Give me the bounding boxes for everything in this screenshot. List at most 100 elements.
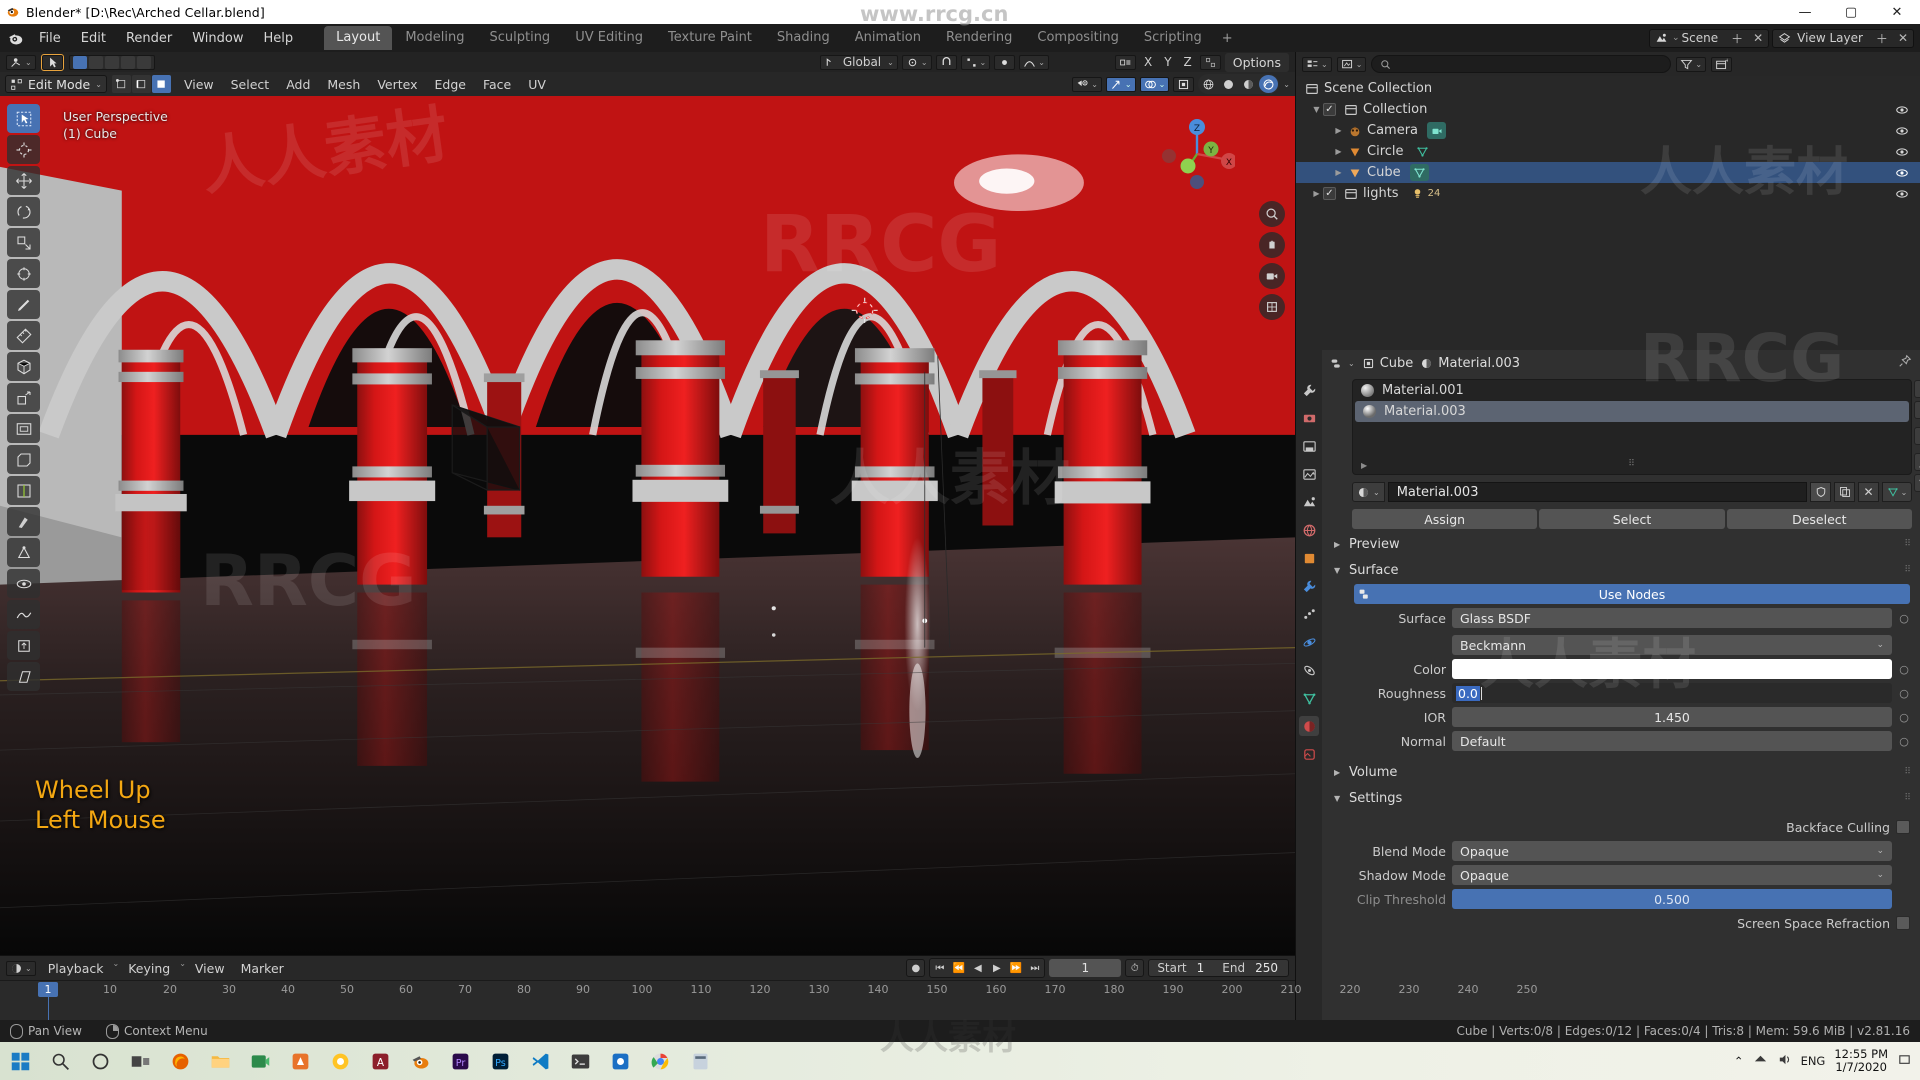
viewport-menu-uv[interactable]: UV xyxy=(520,75,554,94)
tab-sculpting[interactable]: Sculpting xyxy=(477,26,562,50)
edge-select-mode-icon[interactable] xyxy=(131,75,151,93)
collection-checkbox[interactable]: ✓ xyxy=(1323,103,1336,116)
tab-output-properties[interactable] xyxy=(1299,436,1319,456)
tab-shading[interactable]: Shading xyxy=(765,26,842,50)
start-frame-value[interactable]: 1 xyxy=(1195,961,1215,975)
disclosure-triangle-icon[interactable]: ▶ xyxy=(1332,168,1345,177)
tab-constraint-properties[interactable] xyxy=(1299,660,1319,680)
select-set-icon[interactable] xyxy=(72,55,87,69)
options-button[interactable]: Options xyxy=(1224,52,1289,72)
vscode-icon[interactable] xyxy=(520,1042,560,1080)
surface-shader-select[interactable]: Glass BSDF xyxy=(1452,608,1892,628)
xray-toggle-box[interactable] xyxy=(1173,76,1195,92)
viewport-menu-view[interactable]: View xyxy=(176,75,222,94)
app-icon-blue[interactable] xyxy=(600,1042,640,1080)
outliner-new-collection-icon[interactable]: + xyxy=(1711,56,1733,72)
timeline-menu-playback[interactable]: Playback xyxy=(41,959,111,978)
scene-selector[interactable]: ⌄ Scene ＋ ✕ xyxy=(1648,28,1770,48)
falloff-box[interactable]: ⌄ xyxy=(1019,54,1049,70)
rendered-shading-icon[interactable] xyxy=(1259,75,1279,93)
disclosure-triangle-icon[interactable]: ▼ xyxy=(1310,105,1323,114)
distribution-select[interactable]: Beckmann ⌄ xyxy=(1452,635,1892,655)
timeline-menu-keying[interactable]: Keying xyxy=(121,959,177,978)
surface-socket-icon[interactable]: ○ xyxy=(1898,612,1910,625)
tab-object-data-properties[interactable] xyxy=(1299,688,1319,708)
panel-header-volume[interactable]: ▶ Volume ⠿ xyxy=(1322,761,1920,783)
tool-add-cube[interactable] xyxy=(7,352,40,381)
breadcrumb-editor-type-icon[interactable]: ⌄ xyxy=(1330,357,1355,370)
task-view-icon[interactable] xyxy=(120,1042,160,1080)
record-keyframe-icon[interactable]: ● xyxy=(906,959,926,977)
navigation-gizmo[interactable]: Z X Y xyxy=(1159,116,1237,192)
eye-icon[interactable] xyxy=(1894,166,1910,180)
eye-icon[interactable] xyxy=(1894,187,1910,201)
tool-spin[interactable] xyxy=(7,569,40,598)
pan-hand-icon[interactable] xyxy=(1259,232,1285,258)
tool-poly-build[interactable] xyxy=(7,538,40,567)
app-icon-yellow[interactable] xyxy=(320,1042,360,1080)
timeline-menu-marker[interactable]: Marker xyxy=(234,959,291,978)
select-mode-group[interactable] xyxy=(68,54,155,70)
select-invert-icon[interactable] xyxy=(120,55,135,69)
notifications-icon[interactable] xyxy=(1897,1052,1912,1070)
maximize-button[interactable]: ▢ xyxy=(1828,0,1874,24)
show-overlays-box[interactable]: ⌄ xyxy=(1139,76,1170,92)
browse-material-button[interactable]: ⌄ xyxy=(1352,482,1385,502)
tool-smooth[interactable] xyxy=(7,600,40,629)
tool-rotate[interactable] xyxy=(7,197,40,226)
material-slot-item[interactable]: Material.001 xyxy=(1353,380,1911,401)
outliner-editor-type-icon[interactable]: ⌄ xyxy=(1302,56,1332,72)
blend-mode-select[interactable]: Opaque ⌄ xyxy=(1452,841,1892,861)
new-view-layer-button[interactable]: ＋ xyxy=(1871,30,1893,47)
search-taskbar-icon[interactable] xyxy=(40,1042,80,1080)
viewport-menu-select[interactable]: Select xyxy=(223,75,278,94)
outliner-row-circle[interactable]: ▶ Circle xyxy=(1296,141,1920,162)
mirror-axis-y[interactable]: Y xyxy=(1160,55,1175,69)
copy-material-icon[interactable] xyxy=(1834,482,1855,502)
clip-threshold-field[interactable]: 0.500 xyxy=(1452,889,1892,909)
select-intersect-icon[interactable] xyxy=(136,55,151,69)
outliner-row-scene-collection[interactable]: Scene Collection xyxy=(1296,78,1920,99)
normal-socket-icon[interactable]: ○ xyxy=(1898,735,1910,748)
slot-specials-menu-button[interactable]: ⌄ xyxy=(1914,427,1920,445)
panel-header-settings[interactable]: ▼ Settings ⠿ xyxy=(1322,787,1920,809)
tab-modeling[interactable]: Modeling xyxy=(393,26,476,50)
tab-texture-paint[interactable]: Texture Paint xyxy=(656,26,764,50)
eye-icon[interactable] xyxy=(1894,103,1910,117)
topology-mirror-box[interactable] xyxy=(1199,54,1221,70)
disclosure-triangle-icon[interactable]: ▶ xyxy=(1332,126,1345,135)
slot-list-resize-grip[interactable]: ⠿ xyxy=(1628,459,1636,469)
app-icon-misc[interactable] xyxy=(680,1042,720,1080)
outliner-row-camera[interactable]: ▶ Camera xyxy=(1296,120,1920,141)
terminal-icon[interactable] xyxy=(560,1042,600,1080)
file-explorer-icon[interactable] xyxy=(200,1042,240,1080)
menu-window[interactable]: Window xyxy=(183,28,252,49)
minimize-button[interactable]: — xyxy=(1782,0,1828,24)
color-socket-icon[interactable]: ○ xyxy=(1898,663,1910,676)
shading-dropdown-icon[interactable]: ⌄ xyxy=(1283,80,1290,89)
menu-edit[interactable]: Edit xyxy=(72,28,115,49)
view-layer-selector[interactable]: View Layer ＋ ✕ xyxy=(1772,28,1914,48)
eye-icon[interactable] xyxy=(1894,145,1910,159)
tab-texture-properties[interactable] xyxy=(1299,744,1319,764)
taskbar-clock[interactable]: 12:55 PM 1/7/2020 xyxy=(1834,1048,1888,1074)
timeline-editor-type-icon[interactable]: ⌄ xyxy=(6,960,36,976)
material-data-dropdown[interactable]: ⌄ xyxy=(1882,482,1912,502)
roughness-socket-icon[interactable]: ○ xyxy=(1898,687,1910,700)
material-slot-item[interactable]: Material.003 xyxy=(1355,401,1909,422)
tab-compositing[interactable]: Compositing xyxy=(1025,26,1131,50)
blender-taskbar-icon[interactable] xyxy=(400,1042,440,1080)
assign-button[interactable]: Assign xyxy=(1352,509,1538,529)
mirror-axis-x[interactable]: X xyxy=(1140,55,1156,69)
viewport-menu-mesh[interactable]: Mesh xyxy=(319,75,368,94)
tab-modifier-properties[interactable] xyxy=(1299,576,1319,596)
material-name-field[interactable]: Material.003 xyxy=(1387,482,1807,502)
start-button[interactable] xyxy=(0,1042,40,1080)
tool-inset[interactable] xyxy=(7,414,40,443)
tray-language[interactable]: ENG xyxy=(1801,1054,1826,1068)
viewport-menu-face[interactable]: Face xyxy=(475,75,519,94)
app-icon-darkred[interactable]: A xyxy=(360,1042,400,1080)
camera-view-icon[interactable] xyxy=(1259,263,1285,289)
tweak-tool-box[interactable] xyxy=(40,53,64,71)
tab-animation[interactable]: Animation xyxy=(843,26,933,50)
